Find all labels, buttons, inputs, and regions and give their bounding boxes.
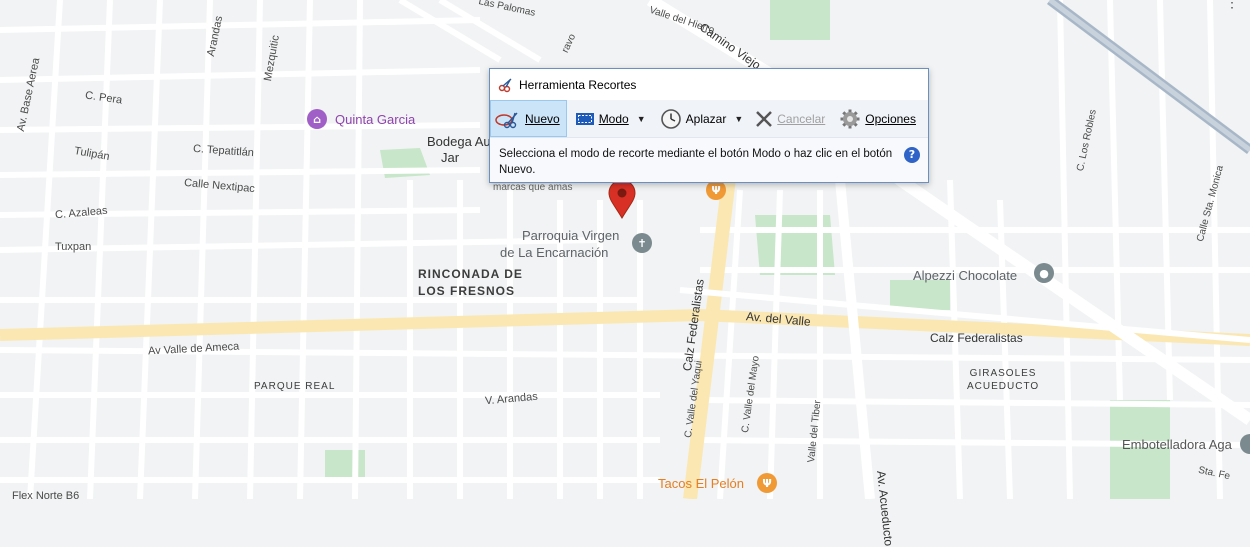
street-label: Tuxpan — [55, 241, 92, 253]
neighborhood-line: ACUEDUCTO — [967, 381, 1040, 392]
chevron-down-icon[interactable]: ▼ — [637, 114, 646, 124]
delay-button-label: Aplazar — [685, 111, 727, 126]
poi-label[interactable]: Quinta Garcia — [335, 112, 415, 127]
neighborhood-line: GIRASOLES — [969, 368, 1037, 379]
poi-label[interactable]: Tacos El Pelón — [658, 476, 744, 491]
toolbar: Nuevo Modo ▼ Aplazar ▼ Cancelar Opciones — [490, 100, 928, 138]
place-icon[interactable]: ⌂ — [307, 109, 327, 129]
options-button-label: Opciones — [865, 111, 916, 126]
neighborhood-line: RINCONADA DE — [418, 267, 523, 281]
street-label: marcas que amas — [493, 182, 573, 193]
close-icon — [756, 110, 773, 127]
gear-icon — [840, 109, 860, 128]
mode-button[interactable]: Modo ▼ — [567, 100, 656, 137]
neighborhood-label: RINCONADA DE LOS FRESNOS — [418, 266, 523, 300]
window-titlebar[interactable]: Herramienta Recortes — [490, 69, 928, 100]
more-menu-icon[interactable]: ⋮ — [1225, 0, 1240, 11]
place-icon[interactable]: ● — [1034, 263, 1054, 283]
street-label: Calz Federalistas — [930, 331, 1023, 345]
chevron-down-icon[interactable]: ▼ — [734, 114, 743, 124]
new-button[interactable]: Nuevo — [490, 100, 567, 137]
clock-icon — [660, 108, 681, 129]
fork-knife-icon[interactable]: Ψ — [706, 180, 726, 200]
options-button[interactable]: Opciones — [829, 100, 920, 137]
fork-knife-icon[interactable]: Ψ — [757, 473, 777, 493]
cancel-button-label: Cancelar — [777, 111, 826, 126]
delay-button[interactable]: Aplazar ▼ — [656, 100, 750, 137]
street-label: Flex Norte B6 — [12, 490, 80, 502]
poi-label[interactable]: Embotelladora Aga — [1122, 437, 1232, 452]
poi-label[interactable]: Bodega Au — [427, 134, 491, 149]
help-icon[interactable]: ? — [904, 147, 920, 163]
new-button-label: Nuevo — [525, 111, 560, 126]
mode-button-label: Modo — [598, 111, 629, 126]
cancel-button[interactable]: Cancelar — [749, 100, 829, 137]
cross-icon[interactable]: ✝ — [632, 233, 652, 253]
poi-label[interactable]: Alpezzi Chocolate — [913, 268, 1017, 283]
rectangle-icon — [575, 112, 594, 125]
poi-label[interactable]: Parroquia Virgen — [522, 228, 619, 243]
poi-label[interactable]: Jar — [441, 150, 459, 165]
neighborhood-label: GIRASOLES ACUEDUCTO — [967, 367, 1039, 393]
poi-label[interactable]: de La Encarnación — [500, 245, 608, 260]
instruction-text: Selecciona el modo de recorte mediante e… — [499, 148, 893, 176]
neighborhood-line: LOS FRESNOS — [418, 284, 516, 298]
scissors-icon — [498, 77, 512, 92]
window-title: Herramienta Recortes — [519, 77, 637, 92]
snipping-tool-window[interactable]: Herramienta Recortes Nuevo Modo ▼ Aplaza… — [489, 68, 929, 183]
neighborhood-label: PARQUE REAL — [254, 381, 336, 392]
scissors-icon — [495, 112, 518, 128]
